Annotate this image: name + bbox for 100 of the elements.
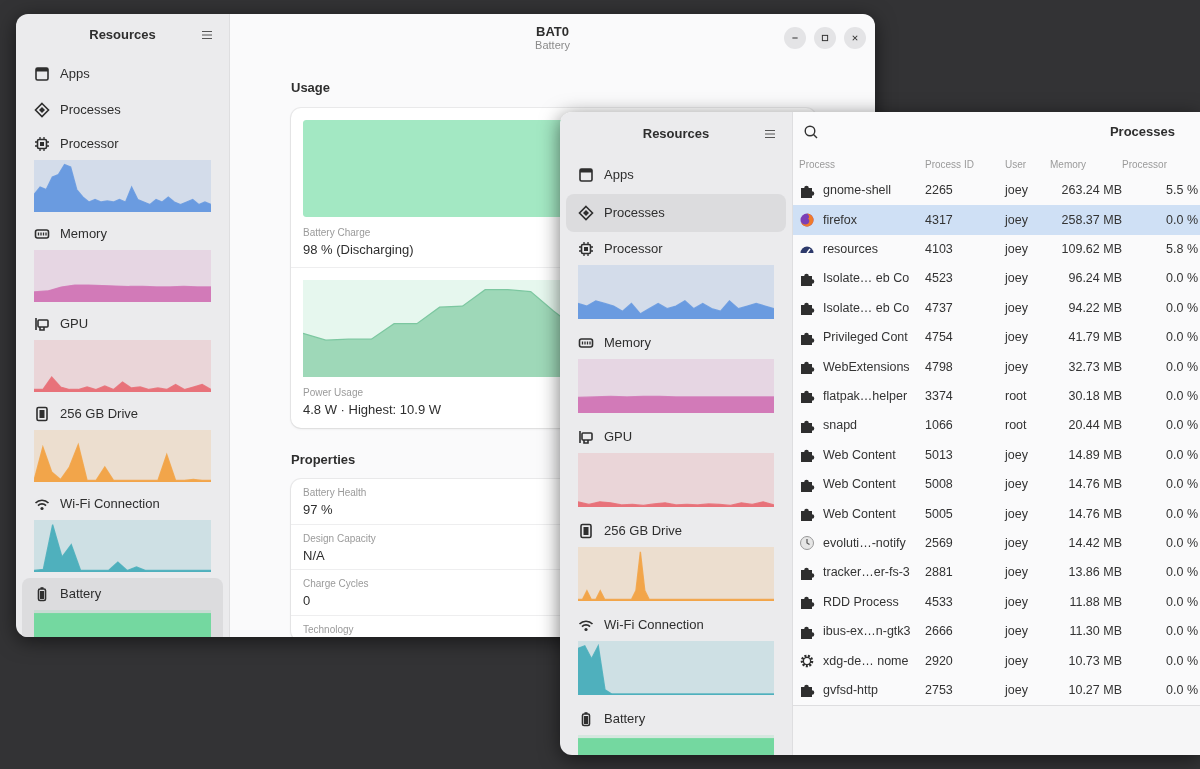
sidebar-item[interactable]: Battery — [566, 702, 786, 755]
table-cell-text: gnome-shell — [823, 182, 892, 200]
table-cell-text: joey — [1005, 358, 1029, 376]
sidebar-item[interactable]: Wi-Fi Connection — [566, 608, 786, 702]
process-row[interactable]: WebExtensions 4798 joey 32.73 MB 0.0 % — [793, 352, 1200, 382]
table-cell-text: 2753 — [925, 681, 954, 699]
process-row[interactable]: Isolate… eb Co 4737 joey 94.22 MB 0.0 % — [793, 293, 1200, 323]
process-row[interactable]: Web Content 5008 joey 14.76 MB 0.0 % — [793, 469, 1200, 500]
field-label: Power Usage — [303, 386, 364, 400]
sidebar-item[interactable]: Apps — [22, 56, 223, 92]
sidebar-item[interactable]: Processes — [22, 92, 223, 128]
table-cell-text: 0.0 % — [1165, 535, 1199, 552]
table-cell-text: 0.0 % — [1165, 446, 1199, 464]
table-cell-text: 2666 — [925, 623, 954, 641]
window-icon — [578, 167, 594, 183]
sidebar-item[interactable]: GPU — [566, 420, 786, 514]
process-row[interactable]: flatpak…helper 3374 root 30.18 MB 0.0 % — [793, 381, 1200, 412]
process-row[interactable]: snapd 1066 root 20.44 MB 0.0 % — [793, 411, 1200, 441]
puzzle-icon — [799, 594, 815, 611]
table-cell-text: xdg-de… nome — [823, 652, 909, 670]
sidebar-item[interactable]: Processor — [566, 232, 786, 326]
table-cell-text: root — [1005, 417, 1028, 435]
table-cell-text: resources — [823, 241, 878, 259]
sidebar-item[interactable]: GPU — [22, 308, 223, 398]
sidebar-item[interactable]: 256 GB Drive — [566, 514, 786, 608]
process-row[interactable]: Privileged Cont 4754 joey 41.79 MB 0.0 % — [793, 322, 1200, 353]
table-cell-text: firefox — [823, 211, 858, 229]
table-cell-text: 0.0 % — [1165, 564, 1199, 582]
sidebar-item[interactable]: Apps — [566, 156, 786, 194]
table-cell-text: 4798 — [925, 358, 954, 376]
table-cell-text: 109.62 MB — [1060, 241, 1122, 259]
table-cell-text: Web Content — [823, 505, 896, 523]
table-cell-text: WebExtensions — [823, 358, 910, 376]
table-cell-text: root — [1005, 388, 1028, 406]
process-row[interactable]: Web Content 5005 joey 14.76 MB 0.0 % — [793, 499, 1200, 529]
table-cell-text: 2920 — [925, 652, 954, 670]
table-cell-text: 0.0 % — [1165, 417, 1199, 435]
table-cell-text: 5005 — [925, 505, 954, 523]
window-subtitle: Battery — [535, 39, 570, 53]
process-row[interactable]: Web Content 5013 joey 14.89 MB 0.0 % — [793, 440, 1200, 470]
section-heading: Usage — [291, 79, 331, 97]
table-cell-text: evoluti…-notify — [823, 535, 906, 552]
table-cell-text: 0.0 % — [1165, 681, 1199, 699]
field-value: 0 — [303, 592, 311, 610]
table-cell-text: Web Content — [823, 446, 896, 464]
table-cell-text: 4317 — [925, 211, 954, 229]
maximize-button[interactable] — [814, 27, 836, 49]
sidebar-title: Resources — [642, 125, 710, 144]
sidebar-item[interactable]: Memory — [22, 218, 223, 308]
sidebar-item[interactable]: 256 GB Drive — [22, 398, 223, 488]
process-row[interactable]: firefox 4317 joey 258.37 MB 0.0 % — [793, 205, 1200, 235]
puzzle-icon — [799, 506, 815, 522]
card-icon — [34, 316, 50, 332]
process-row[interactable]: tracker…er-fs-3 2881 joey 13.86 MB 0.0 % — [793, 558, 1200, 588]
sidebar-item[interactable]: Processor — [22, 128, 223, 218]
window-icon — [34, 66, 50, 82]
field-label: Battery Health — [303, 486, 367, 500]
table-cell-text: 13.86 MB — [1067, 564, 1122, 582]
search-icon[interactable] — [803, 124, 819, 140]
table-cell-text: ibus-ex…n-gtk3 — [823, 623, 911, 641]
table-cell-text: 0.0 % — [1165, 623, 1199, 641]
table-cell-text: joey — [1005, 241, 1029, 259]
section-heading: Properties — [291, 450, 356, 469]
sidebar-item[interactable]: Processes — [566, 194, 786, 232]
sidebar-item[interactable]: Wi-Fi Connection — [22, 488, 223, 578]
table-cell-text: 10.27 MB — [1067, 681, 1122, 699]
memory-icon — [34, 226, 50, 242]
sidebar-item[interactable]: Memory — [566, 326, 786, 420]
process-row[interactable]: gnome-shell 2265 joey 263.24 MB 5.5 % — [793, 176, 1200, 206]
table-cell-text: 14.42 MB — [1067, 535, 1122, 552]
table-cell-text: 32.73 MB — [1067, 358, 1122, 376]
process-row[interactable]: gvfsd-http 2753 joey 10.27 MB 0.0 % — [793, 675, 1200, 706]
table-cell-text: joey — [1005, 535, 1029, 552]
table-cell-text: joey — [1005, 182, 1029, 200]
process-row[interactable]: xdg-de… nome 2920 joey 10.73 MB 0.0 % — [793, 646, 1200, 676]
table-cell-text: 0.0 % — [1165, 270, 1199, 288]
table-cell-text: 14.76 MB — [1067, 505, 1122, 523]
table-cell-text: 10.73 MB — [1067, 652, 1122, 670]
table-cell-text: 258.37 MB — [1060, 211, 1122, 229]
puzzle-icon — [799, 359, 815, 376]
process-row[interactable]: ibus-ex…n-gtk3 2666 joey 11.30 MB 0.0 % — [793, 616, 1200, 647]
sidebar-item[interactable]: Battery — [22, 578, 223, 637]
table-cell-text: 2569 — [925, 535, 954, 552]
table-cell-text: 4533 — [925, 593, 954, 611]
table-cell-text: 1066 — [925, 417, 954, 435]
table-cell-text: 0.0 % — [1165, 388, 1199, 406]
table-cell-text: flatpak…helper — [823, 388, 908, 406]
field-value: 98 % (Discharging) — [303, 240, 414, 259]
process-row[interactable]: Isolate… eb Co 4523 joey 96.24 MB 0.0 % — [793, 264, 1200, 294]
table-cell-text: 30.18 MB — [1067, 388, 1122, 406]
table-cell-text: joey — [1005, 681, 1029, 699]
process-row[interactable]: RDD Process 4533 joey 11.88 MB 0.0 % — [793, 587, 1200, 617]
table-cell-text: 3374 — [925, 388, 954, 406]
table-cell-text: 94.22 MB — [1067, 299, 1122, 317]
table-cell-text: 5013 — [925, 446, 954, 464]
card-icon — [578, 428, 594, 445]
process-row[interactable]: resources 4103 joey 109.62 MB 5.8 % — [793, 234, 1200, 265]
table-cell-text: joey — [1005, 476, 1029, 494]
table-cell-text: 0.0 % — [1165, 505, 1199, 523]
process-row[interactable]: evoluti…-notify 2569 joey 14.42 MB 0.0 % — [793, 528, 1200, 559]
